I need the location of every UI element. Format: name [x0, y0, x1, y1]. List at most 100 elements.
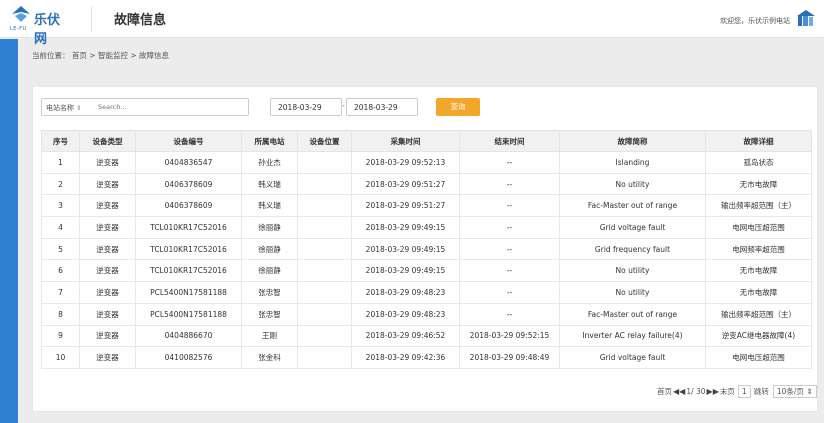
- prev-page-icon[interactable]: ◀◀: [673, 387, 685, 396]
- table-cell: 输出频率超范围（主）: [705, 302, 812, 326]
- table-cell: 5: [41, 237, 80, 261]
- table-row[interactable]: 3 逆变器 0406378609 韩义瑞 2018-03-29 09:51:27 -- Fa…: [41, 194, 812, 218]
- table-row[interactable]: 6 逆变器 TCL010KR17C52016 徐丽静 2018-03-29 09:49:…: [41, 259, 812, 283]
- column-header: 故障详细: [705, 130, 812, 152]
- table-cell: 0406378609: [135, 172, 242, 196]
- breadcrumb-separator: >: [130, 51, 137, 60]
- table-row[interactable]: 2 逆变器 0406378609 韩义瑞 2018-03-29 09:51:27 -- No…: [41, 172, 812, 196]
- table-cell: --: [459, 237, 560, 261]
- table-cell: [297, 216, 352, 239]
- table-cell: 2018-03-29 09:48:49: [459, 346, 560, 369]
- table-cell: --: [459, 302, 560, 326]
- table-cell: 逆变器: [79, 237, 136, 261]
- table-cell: --: [459, 216, 560, 239]
- column-header: 设备类型: [79, 130, 136, 152]
- table-cell: --: [459, 194, 560, 218]
- start-date-input[interactable]: 2018-03-29: [270, 98, 342, 116]
- table-cell: TCL010KR17C52016: [135, 237, 242, 261]
- table-cell: Fac-Master out of range: [559, 302, 706, 326]
- date-range-separator: -: [342, 101, 345, 110]
- table-row[interactable]: 1 逆变器 0404836547 孙业杰 2018-03-29 09:52:13 -- Is…: [41, 151, 812, 174]
- table-cell: [297, 324, 352, 348]
- column-header: 设备位置: [297, 130, 352, 152]
- table-cell: --: [459, 151, 560, 174]
- table-header-row: 序号 设备类型 设备编号 所属电站 设备位置 采集时间 结束时间 故障简称 故障详细: [41, 130, 812, 152]
- jump-button[interactable]: 跳转: [754, 386, 769, 397]
- table-cell: 2018-03-29 09:51:27: [351, 194, 460, 218]
- page-jump-input[interactable]: 1: [737, 385, 751, 398]
- table-cell: 2018-03-29 09:46:52: [351, 324, 460, 348]
- table-cell: 逆变器: [79, 216, 136, 239]
- lefu-logo-icon: [12, 6, 30, 22]
- table-cell: 孙业杰: [241, 151, 298, 174]
- table-cell: 2018-03-29 09:52:13: [351, 151, 460, 174]
- table-cell: 王刚: [241, 324, 298, 348]
- sidebar-strip[interactable]: [0, 39, 18, 423]
- next-page-icon[interactable]: ▶▶: [707, 387, 719, 396]
- table-cell: 无市电故障: [705, 172, 812, 196]
- station-select-label: 电站名称: [46, 104, 74, 112]
- last-page-link[interactable]: 末页: [720, 386, 735, 397]
- column-header: 设备编号: [135, 130, 242, 152]
- lefu-logo[interactable]: 乐伏网 LE-FU: [10, 4, 70, 47]
- breadcrumb-current: 故障信息: [139, 51, 170, 60]
- table-cell: 张忠智: [241, 302, 298, 326]
- fault-panel: 电站名称 ⇕ 2018-03-29 - 2018-03-29 查询 序号设备类型…: [32, 86, 818, 412]
- table-cell: 逆变器: [79, 194, 136, 218]
- table-cell: 2018-03-29 09:49:15: [351, 237, 460, 261]
- table-row[interactable]: 9 逆变器 0404886670 王刚 2018-03-29 09:46:52 2018-…: [41, 324, 812, 348]
- table-cell: 9: [41, 324, 80, 348]
- station-avatar-icon[interactable]: [796, 9, 816, 27]
- table-cell: 8: [41, 302, 80, 326]
- table-cell: No utility: [559, 259, 706, 283]
- fault-table: 序号 设备类型 设备编号 所属电站 设备位置 采集时间 结束时间 故障简称 故障详细 1 逆变器 0…: [41, 130, 812, 369]
- table-row[interactable]: 7 逆变器 PCL5400N17581188 张忠智 2018-03-29 09:48:…: [41, 281, 812, 304]
- column-header: 采集时间: [351, 130, 460, 152]
- table-cell: TCL010KR17C52016: [135, 259, 242, 283]
- table-cell: Fac-Master out of range: [559, 194, 706, 218]
- breadcrumb-monitoring[interactable]: 智能监控: [98, 51, 128, 60]
- table-body: 1 逆变器 0404836547 孙业杰 2018-03-29 09:52:13 -- Is…: [41, 151, 812, 369]
- table-row[interactable]: 8 逆变器 PCL5400N17581188 张忠智 2018-03-29 09:48:…: [41, 302, 812, 326]
- table-cell: 逆变器: [79, 151, 136, 174]
- table-cell: Grid voltage fault: [559, 346, 706, 369]
- table-cell: 0404836547: [135, 151, 242, 174]
- breadcrumb-home[interactable]: 首页: [72, 51, 87, 60]
- table-cell: 逆变器: [79, 259, 136, 283]
- column-header: 序号: [41, 130, 80, 152]
- table-cell: 逆变器: [79, 281, 136, 304]
- query-button[interactable]: 查询: [436, 98, 480, 116]
- table-cell: 孤岛状态: [705, 151, 812, 174]
- page-size-select[interactable]: 10条/页 ⇕: [772, 385, 817, 398]
- table-cell: 徐丽静: [241, 216, 298, 239]
- page-size-value: 10条/页: [776, 387, 804, 396]
- breadcrumb-label: 当前位置：: [32, 51, 70, 60]
- table-cell: 2018-03-29 09:49:15: [351, 259, 460, 283]
- column-header: 所属电站: [241, 130, 298, 152]
- table-cell: Grid frequency fault: [559, 237, 706, 261]
- table-cell: 电网电压超范围: [705, 346, 812, 369]
- station-select[interactable]: 电站名称 ⇕: [46, 103, 81, 113]
- table-row[interactable]: 4 逆变器 TCL010KR17C52016 徐丽静 2018-03-29 09:49:…: [41, 216, 812, 239]
- table-cell: [297, 302, 352, 326]
- first-page-link[interactable]: 首页: [657, 386, 672, 397]
- page-size-caret-icon: ⇕: [806, 387, 813, 396]
- breadcrumb-separator: >: [89, 51, 96, 60]
- table-cell: 0410082576: [135, 346, 242, 369]
- table-cell: Grid voltage fault: [559, 216, 706, 239]
- table-row[interactable]: 10 逆变器 0410082576 张金科 2018-03-29 09:42:36 201…: [41, 346, 812, 369]
- table-cell: 0404886670: [135, 324, 242, 348]
- table-cell: No utility: [559, 172, 706, 196]
- table-cell: 2: [41, 172, 80, 196]
- station-search-input[interactable]: [98, 101, 246, 113]
- table-cell: 逆变器: [79, 324, 136, 348]
- table-cell: PCL5400N17581188: [135, 281, 242, 304]
- table-row[interactable]: 5 逆变器 TCL010KR17C52016 徐丽静 2018-03-29 09:49:…: [41, 237, 812, 261]
- table-cell: 逆变器: [79, 346, 136, 369]
- table-cell: 4: [41, 216, 80, 239]
- column-header: 结束时间: [459, 130, 560, 152]
- table-cell: 3: [41, 194, 80, 218]
- table-cell: --: [459, 281, 560, 304]
- end-date-input[interactable]: 2018-03-29: [346, 98, 418, 116]
- table-cell: --: [459, 172, 560, 196]
